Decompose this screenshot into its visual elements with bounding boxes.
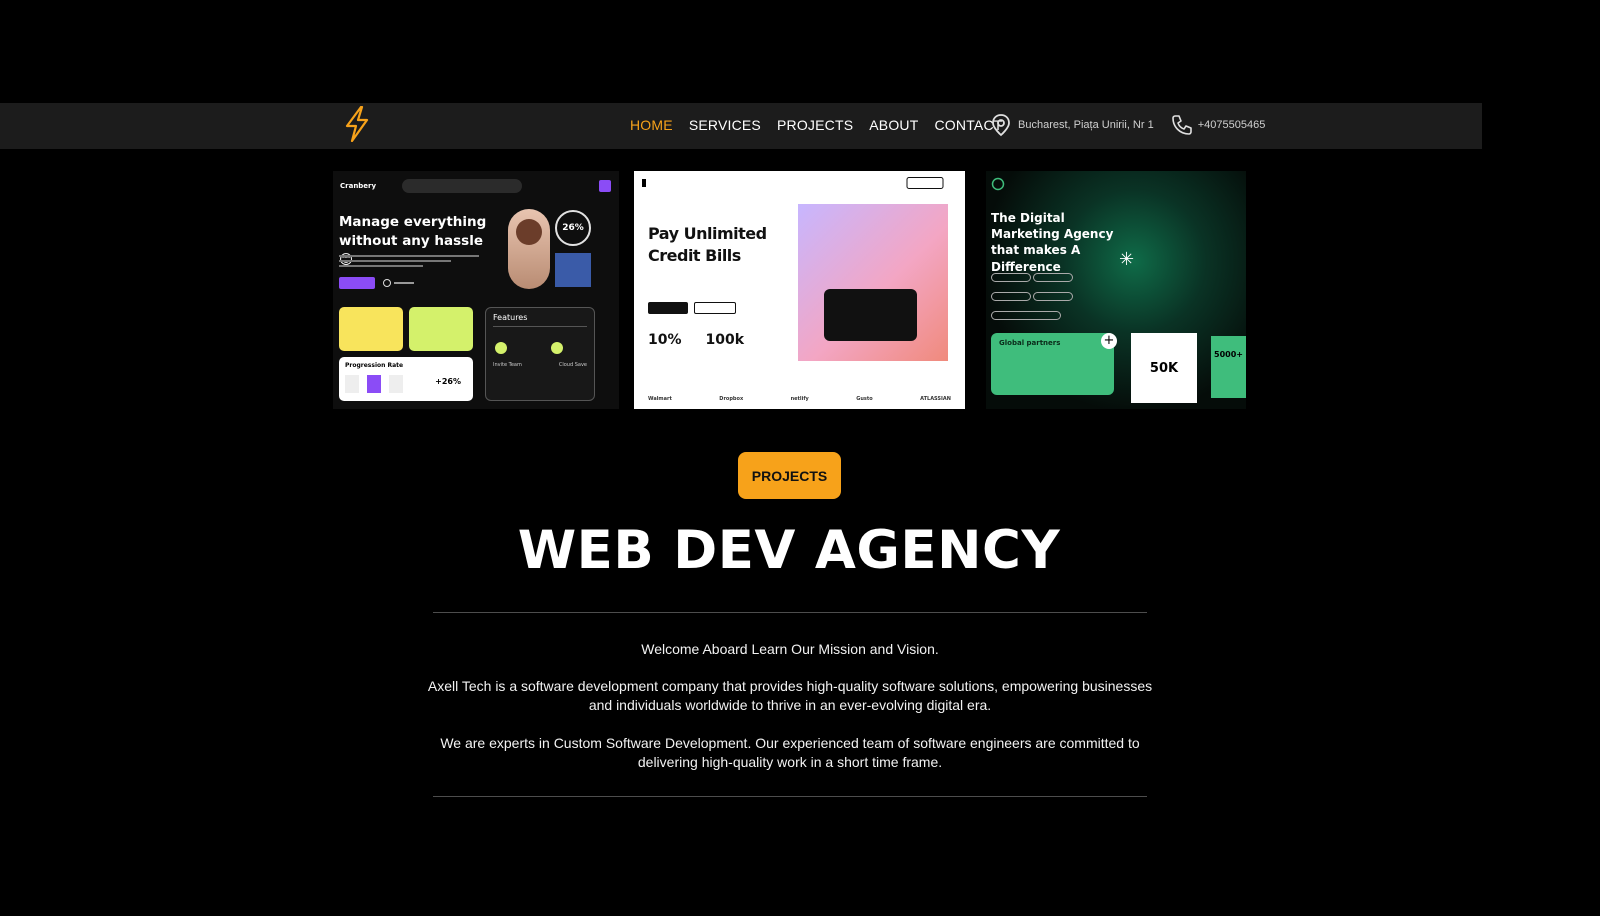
- thumb-features-card: Features Invite Team Cloud Save: [485, 307, 595, 401]
- project-thumbnail-digital-marketing[interactable]: The Digital Marketing Agency that makes …: [986, 171, 1246, 409]
- thumb2-nav: [642, 177, 957, 189]
- nav-about[interactable]: ABOUT: [869, 117, 918, 133]
- thumb-portrait: [508, 209, 550, 289]
- thumb-progress-boxes: [345, 375, 403, 393]
- thumb-video-link: [383, 279, 414, 287]
- thumb-nav: Cranbery: [340, 179, 611, 193]
- thumb3-edge-card: 5000+: [1211, 336, 1246, 398]
- thumb2-logo-walmart: Walmart: [648, 396, 672, 402]
- thumb2-stat-b: 100k: [705, 332, 745, 348]
- thumb3-stat-card: 50K: [1131, 333, 1197, 403]
- thumb-features-title: Features: [493, 313, 528, 322]
- thumb-stat-circle: 26%: [555, 210, 591, 246]
- thumb-cta: [339, 277, 375, 289]
- divider-top: [433, 612, 1147, 613]
- thumb-card-green: [409, 307, 473, 351]
- thumb-nav-button: [599, 180, 611, 192]
- project-thumbnail-credit-bills[interactable]: Pay Unlimited Credit Bills 10% 100k Walm…: [634, 171, 965, 409]
- thumb2-buttons: [648, 302, 736, 314]
- thumb2-logo-gusto: Gusto: [856, 396, 873, 402]
- page-title: WEB DEV AGENCY: [517, 520, 1061, 581]
- thumb2-logo: [642, 179, 646, 187]
- thumb3-partners-card: Global partners: [991, 333, 1114, 395]
- location-pin-icon: [992, 114, 1010, 137]
- contact-info: Bucharest, Piața Unirii, Nr 1 +407550546…: [990, 113, 1265, 137]
- intro-text: Welcome Aboard Learn Our Mission and Vis…: [641, 641, 939, 657]
- thumb-progress-label: Progression Rate: [345, 362, 404, 369]
- nav-home[interactable]: HOME: [630, 117, 673, 133]
- lightning-logo-icon[interactable]: [343, 106, 371, 142]
- thumb3-chips: [991, 271, 1091, 328]
- thumb-feature-icons: [495, 342, 563, 354]
- thumb-avatar: [555, 253, 591, 287]
- projects-badge-button[interactable]: PROJECTS: [738, 452, 841, 499]
- thumb2-logo-dropbox: Dropbox: [719, 396, 744, 402]
- nav-projects[interactable]: PROJECTS: [777, 117, 853, 133]
- nav-services[interactable]: SERVICES: [689, 117, 761, 133]
- thumb2-stats: 10% 100k: [648, 332, 744, 348]
- phone-icon: [1171, 115, 1192, 135]
- thumb-card-progress: Progression Rate +26%: [339, 357, 473, 401]
- thumb2-headline: Pay Unlimited Credit Bills: [648, 224, 767, 265]
- company-description: Axell Tech is a software development com…: [427, 678, 1153, 713]
- expertise-description: We are experts in Custom Software Develo…: [440, 735, 1140, 770]
- thumb3-logo-icon: [991, 177, 1005, 191]
- thumb2-logo-netlify: netlify: [790, 396, 809, 402]
- thumb-progress-value: +26%: [435, 377, 461, 386]
- thumb2-nav-buttons: [906, 177, 944, 189]
- thumb-feature-cloud: Cloud Save: [558, 362, 587, 368]
- thumb2-footer-logos: Walmart Dropbox netlify Gusto ATLASSIAN: [648, 396, 951, 402]
- divider-bottom: [433, 796, 1147, 797]
- phone-number[interactable]: +4075505465: [1198, 119, 1266, 131]
- thumb-subtext: [339, 255, 479, 267]
- thumb2-credit-card: [824, 289, 917, 341]
- main-nav: HOME SERVICES PROJECTS ABOUT CONTACT: [630, 117, 1003, 133]
- thumb3-partners-label: Global partners: [999, 339, 1061, 347]
- thumb3-star-icon: ✳: [1119, 249, 1135, 270]
- thumb-nav-pill: [402, 179, 523, 193]
- address-text: Bucharest, Piața Unirii, Nr 1: [1018, 119, 1154, 131]
- thumb3-headline: The Digital Marketing Agency that makes …: [991, 211, 1114, 274]
- thumb-feature-invite: Invite Team: [493, 362, 522, 368]
- thumb-brand: Cranbery: [340, 182, 377, 190]
- thumb3-stat: 50K: [1149, 360, 1179, 376]
- project-thumbnail-cranbery[interactable]: Cranbery Manage everything without any h…: [333, 171, 619, 409]
- thumb2-stat-a: 10%: [648, 332, 682, 348]
- thumb3-plus-icon: +: [1101, 333, 1117, 349]
- thumb3-edge-stat: 5000+: [1214, 350, 1243, 359]
- thumb-card-yellow: [339, 307, 403, 351]
- thumb2-logo-atlassian: ATLASSIAN: [920, 396, 951, 402]
